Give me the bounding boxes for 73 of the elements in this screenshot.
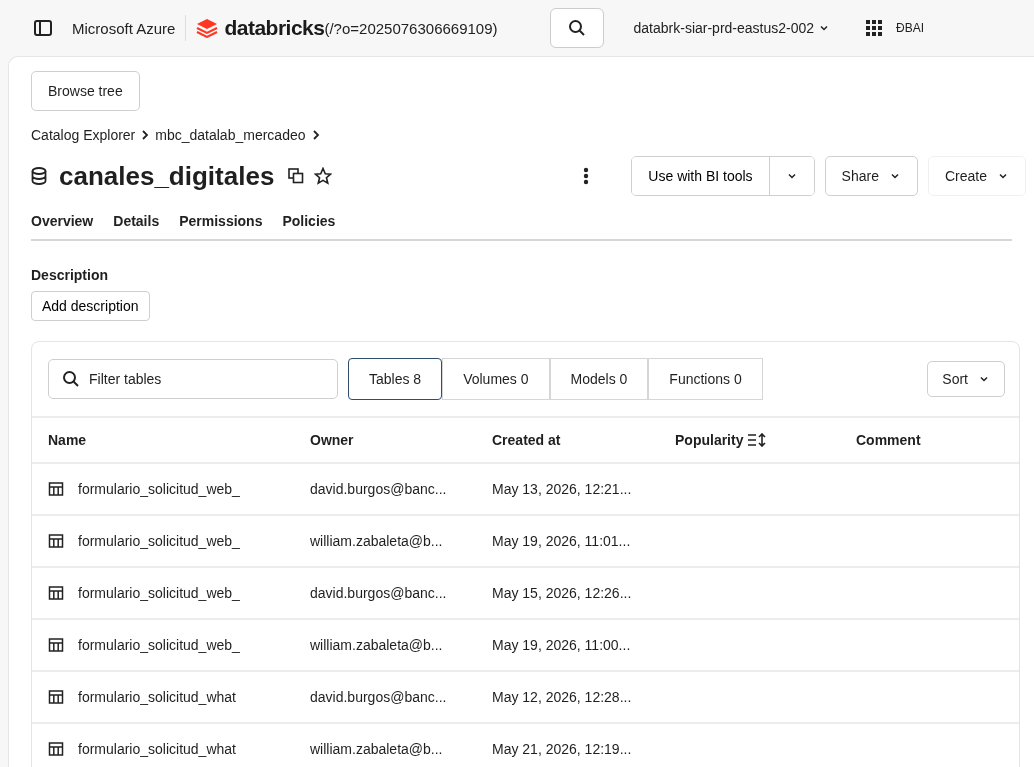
product-name[interactable]: databricks	[224, 16, 325, 40]
bi-tools-button[interactable]: Use with BI tools	[632, 157, 770, 195]
owner-cell-text: david.burgos@banc...	[310, 689, 448, 705]
table-name-cell[interactable]: formulario_solicitud_what	[48, 741, 310, 757]
browse-tree-button[interactable]: Browse tree	[31, 71, 140, 111]
tab[interactable]: Overview	[31, 213, 94, 229]
table-name[interactable]: formulario_solicitud_what	[78, 741, 236, 757]
created-cell-text: May 19, 2026, 11:01...	[492, 533, 632, 549]
column-header: Comment	[856, 432, 922, 448]
table-name[interactable]: formulario_solicitud_web_	[78, 637, 240, 653]
table-icon	[48, 481, 64, 497]
org-id: (/?o=2025076306669109)	[324, 19, 498, 37]
copy-icon[interactable]	[288, 168, 305, 184]
tab[interactable]: Permissions	[179, 213, 263, 229]
table-name-cell[interactable]: formulario_solicitud_web_	[48, 637, 310, 653]
filter-segment[interactable]: Functions 0	[648, 358, 763, 400]
search-icon	[62, 370, 80, 388]
breadcrumb-link[interactable]: Catalog Explorer	[31, 127, 136, 143]
created-cell-text: May 13, 2026, 12:21...	[492, 481, 633, 497]
breadcrumb-link[interactable]: mbc_datalab_mercadeo	[155, 127, 306, 143]
add-description-button[interactable]: Add description	[31, 291, 150, 321]
created-cell-text: May 15, 2026, 12:26...	[492, 585, 633, 601]
schema-title: canales_digitales	[59, 160, 275, 192]
layers-logo-icon	[196, 18, 219, 38]
user-label[interactable]: ÐBAI	[896, 21, 925, 35]
table-name[interactable]: formulario_solicitud_web_	[78, 533, 240, 549]
created-cell-text: May 12, 2026, 12:28...	[492, 689, 633, 705]
table-name-cell[interactable]: formulario_solicitud_what	[48, 689, 310, 705]
database-icon	[31, 167, 47, 185]
owner-cell-text: william.zabaleta@b...	[310, 741, 444, 757]
table-icon	[48, 741, 64, 757]
chevron-right-icon	[311, 130, 320, 140]
description-label: Description	[31, 267, 109, 283]
table-name-cell[interactable]: formulario_solicitud_web_	[48, 585, 310, 601]
table-icon	[48, 689, 64, 705]
tab[interactable]: Details	[113, 213, 160, 229]
share-button[interactable]: Share	[824, 156, 918, 196]
filter-field[interactable]: Filter tables	[48, 359, 338, 399]
sort-icon[interactable]	[747, 433, 768, 447]
owner-cell-text: william.zabaleta@b...	[310, 533, 444, 549]
sidebar-toggle-icon[interactable]	[34, 20, 52, 36]
column-header: Name	[48, 432, 88, 448]
create-button[interactable]: Create	[927, 156, 1026, 196]
column-header: Created at	[492, 432, 562, 448]
brand-name[interactable]: Microsoft Azure	[72, 19, 176, 37]
table-name[interactable]: formulario_solicitud_web_	[78, 585, 240, 601]
owner-cell-text: william.zabaleta@b...	[310, 637, 444, 653]
filter-segment[interactable]: Tables 8	[348, 358, 443, 400]
bi-tools-split-button[interactable]: Use with BI tools	[631, 156, 815, 196]
search-button[interactable]	[549, 8, 604, 48]
table-icon	[48, 585, 64, 601]
owner-cell-text: david.burgos@banc...	[310, 585, 448, 601]
more-options-icon[interactable]	[583, 167, 590, 185]
created-cell-text: May 19, 2026, 11:00...	[492, 637, 632, 653]
tab[interactable]: Policies	[282, 213, 336, 229]
search-icon	[567, 19, 586, 37]
filter-segment[interactable]: Models 0	[549, 358, 649, 400]
table-icon	[48, 533, 64, 549]
apps-grid-icon[interactable]	[866, 20, 883, 36]
star-icon[interactable]	[314, 167, 333, 185]
table-name[interactable]: formulario_solicitud_web_	[78, 481, 240, 497]
owner-cell-text: david.burgos@banc...	[310, 481, 448, 497]
table-icon	[48, 637, 64, 653]
column-header[interactable]: Popularity	[675, 432, 856, 448]
sort-button[interactable]: Sort	[927, 361, 1005, 397]
table-name-cell[interactable]: formulario_solicitud_web_	[48, 533, 310, 549]
chevron-right-icon	[141, 130, 150, 140]
column-header: Owner	[310, 432, 355, 448]
created-cell-text: May 21, 2026, 12:19...	[492, 741, 633, 757]
filter-segment[interactable]: Volumes 0	[442, 358, 550, 400]
workspace-selector[interactable]: databrk-siar-prd-eastus2-002	[633, 20, 831, 36]
table-name[interactable]: formulario_solicitud_what	[78, 689, 236, 705]
table-name-cell[interactable]: formulario_solicitud_web_	[48, 481, 310, 497]
